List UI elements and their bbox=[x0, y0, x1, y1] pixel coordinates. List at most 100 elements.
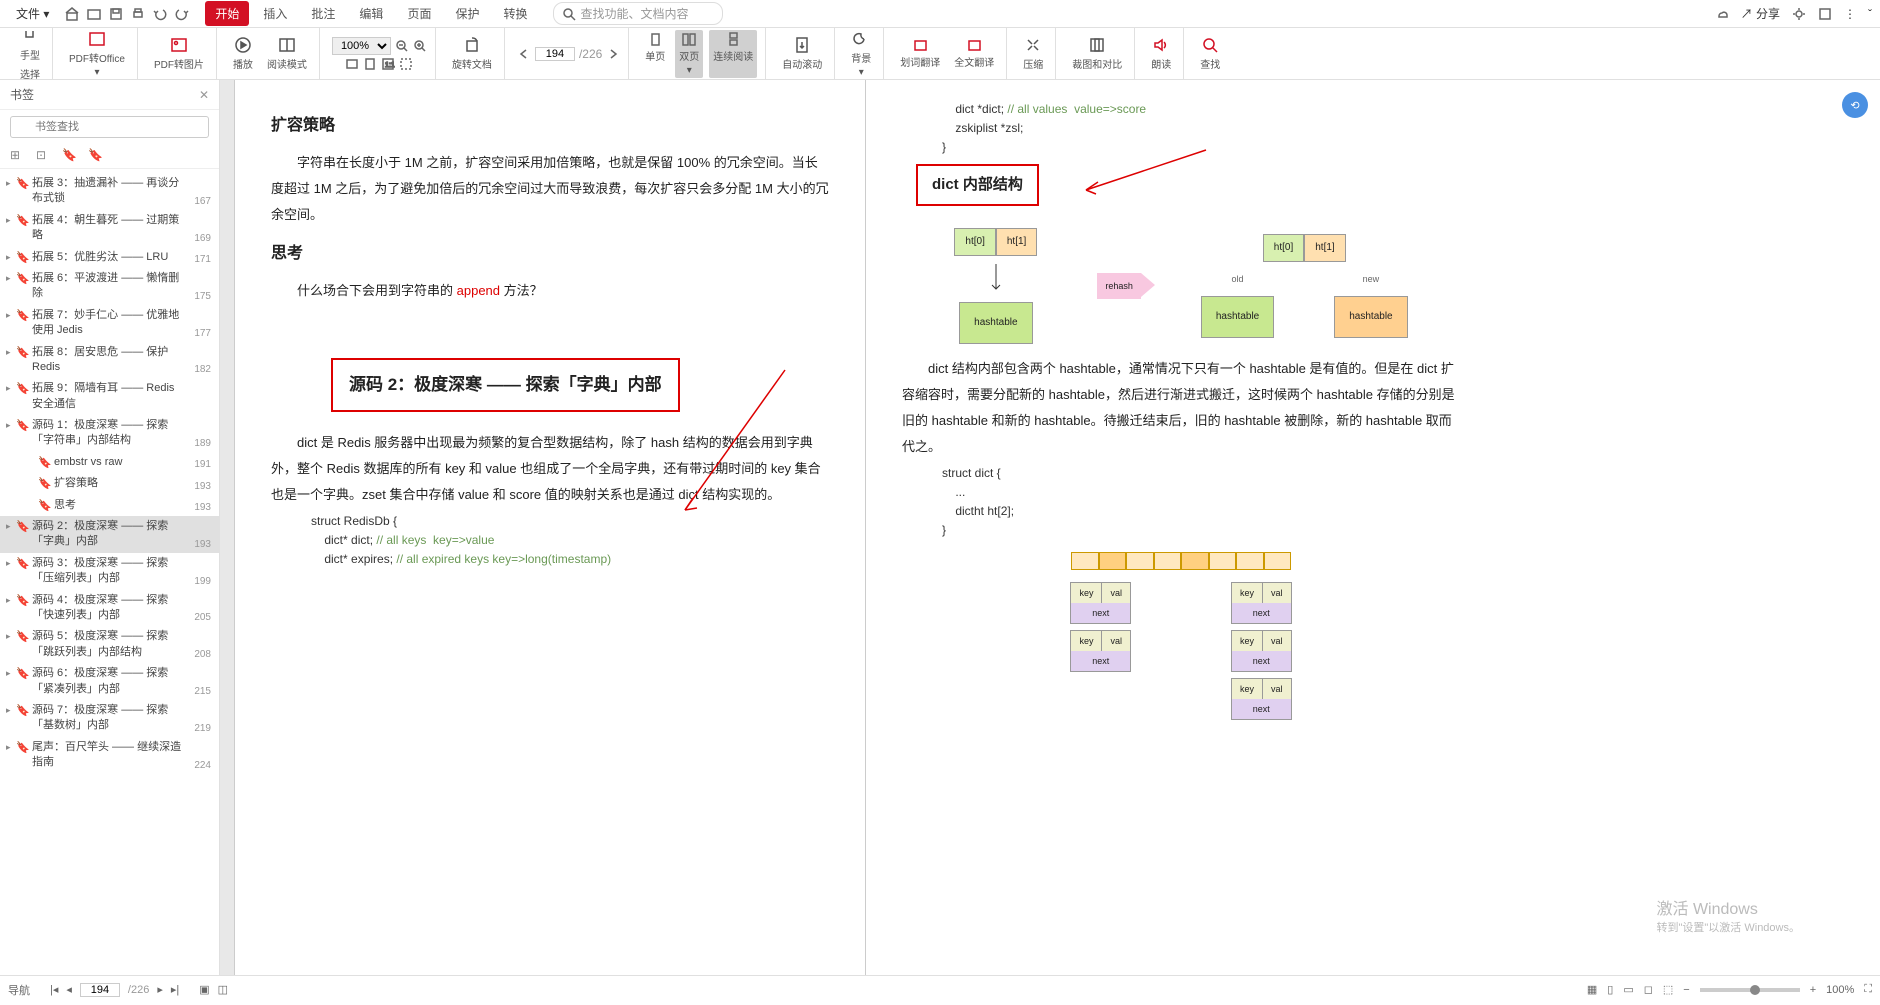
continuous-button[interactable]: 连续阅读 bbox=[709, 30, 757, 78]
bookmark-item[interactable]: 🔖扩容策略193 bbox=[0, 473, 219, 494]
bookmark-item[interactable]: ▸🔖源码 3：极度深寒 —— 探索「压缩列表」内部199 bbox=[0, 553, 219, 590]
tab-convert[interactable]: 转换 bbox=[493, 1, 537, 26]
zoom-slider[interactable] bbox=[1700, 988, 1800, 992]
print-icon[interactable] bbox=[131, 7, 145, 21]
sidebar-toggle-icon[interactable]: ▣ bbox=[199, 983, 209, 996]
zoom-out-status-icon[interactable]: − bbox=[1683, 984, 1689, 996]
bookmark-list[interactable]: ▸🔖拓展 3：抽遗漏补 —— 再谈分布式锁167▸🔖拓展 4：朝生暮死 —— 过… bbox=[0, 169, 219, 975]
home-icon[interactable] bbox=[65, 7, 79, 21]
collapse-icon[interactable]: ˇ bbox=[1868, 7, 1872, 21]
tab-annotate[interactable]: 批注 bbox=[301, 1, 345, 26]
bookmark-item[interactable]: ▸🔖拓展 7：妙手仁心 —— 优雅地使用 Jedis177 bbox=[0, 305, 219, 342]
bookmark-item[interactable]: 🔖embstr vs raw191 bbox=[0, 452, 219, 473]
sidebar-close-icon[interactable]: ✕ bbox=[199, 88, 209, 102]
bookmark-item[interactable]: ▸🔖源码 5：极度深寒 —— 探索「跳跃列表」内部结构208 bbox=[0, 626, 219, 663]
view-mode-1-icon[interactable]: ▦ bbox=[1587, 983, 1597, 996]
first-page-icon[interactable]: |◂ bbox=[50, 983, 58, 996]
fit-width-icon[interactable] bbox=[345, 57, 359, 71]
crop-compare-button[interactable]: 裁图和对比 bbox=[1068, 34, 1126, 73]
share-button[interactable]: ↗ 分享 bbox=[1741, 5, 1780, 22]
bookmark-item[interactable]: ▸🔖尾声：百尺竿头 —— 继续深造指南224 bbox=[0, 737, 219, 774]
open-icon[interactable] bbox=[87, 7, 101, 21]
bookmark-icon[interactable]: 🔖 bbox=[62, 148, 78, 164]
view-mode-3-icon[interactable]: ▭ bbox=[1623, 983, 1633, 996]
search-box[interactable]: 查找功能、文档内容 bbox=[553, 2, 723, 25]
read-mode-button[interactable]: 阅读模式 bbox=[263, 34, 311, 73]
bookmark-item[interactable]: ▸🔖源码 4：极度深寒 —— 探索「快速列表」内部205 bbox=[0, 590, 219, 627]
view-mode-2-icon[interactable]: ▯ bbox=[1607, 983, 1613, 996]
arrow-annotation bbox=[675, 360, 795, 520]
bookmark-item[interactable]: ▸🔖拓展 5：优胜劣汰 —— LRU171 bbox=[0, 247, 219, 268]
next-page-icon[interactable] bbox=[606, 47, 620, 61]
bookmark-item[interactable]: ▸🔖源码 6：极度深寒 —— 探索「紧凑列表」内部215 bbox=[0, 663, 219, 700]
bookmark-search-input[interactable] bbox=[10, 116, 209, 138]
fit-page-icon[interactable] bbox=[363, 57, 377, 71]
last-page-icon[interactable]: ▸| bbox=[171, 983, 179, 996]
bookmark-item[interactable]: ▸🔖源码 1：极度深寒 —— 探索「字符串」内部结构189 bbox=[0, 415, 219, 452]
page-right: dict *dict; // all values value=>score z… bbox=[866, 80, 1496, 975]
pdf-to-office-button[interactable]: PDF转Office ▾ bbox=[65, 28, 129, 80]
fit-icon[interactable]: ⬚ bbox=[1663, 983, 1673, 996]
play-button[interactable]: 播放 bbox=[229, 34, 257, 73]
pdf-to-image-button[interactable]: PDF转图片 bbox=[150, 34, 208, 73]
single-page-button[interactable]: 单页 bbox=[641, 30, 669, 78]
save-icon[interactable] bbox=[109, 7, 123, 21]
more-icon[interactable]: ⋮ bbox=[1844, 7, 1856, 21]
fullscreen-icon[interactable]: ⛶ bbox=[1864, 983, 1872, 996]
marquee-zoom-icon[interactable] bbox=[399, 57, 413, 71]
word-translate-button[interactable]: 划词翻译 bbox=[896, 36, 944, 71]
zoom-select[interactable]: 100% bbox=[332, 37, 391, 55]
redo-icon[interactable] bbox=[175, 7, 189, 21]
bookmark-item[interactable]: ▸🔖源码 2：极度深寒 —— 探索「字典」内部193 bbox=[0, 516, 219, 553]
sidebar-pos-icon[interactable]: ◫ bbox=[218, 983, 228, 996]
title-bar: 文件 ▾ 开始 插入 批注 编辑 页面 保护 转换 查找功能、文档内容 ↗ 分享… bbox=[0, 0, 1880, 28]
prev-page-icon[interactable]: ◂ bbox=[66, 983, 72, 996]
vertical-ruler bbox=[220, 80, 235, 975]
file-menu[interactable]: 文件 ▾ bbox=[8, 3, 57, 24]
bookmark-item[interactable]: ▸🔖拓展 8：居安思危 —— 保护 Redis182 bbox=[0, 342, 219, 379]
status-bar: 导航 |◂ ◂ /226 ▸ ▸| ▣ ◫ ▦ ▯ ▭ ◻ ⬚ − + 100%… bbox=[0, 975, 1880, 1003]
bookmark-alt-icon[interactable]: 🔖 bbox=[88, 148, 104, 164]
compress-button[interactable]: 压缩 bbox=[1019, 34, 1047, 73]
tab-page[interactable]: 页面 bbox=[397, 1, 441, 26]
page-input[interactable] bbox=[535, 47, 575, 61]
zoom-in-status-icon[interactable]: + bbox=[1810, 984, 1816, 996]
bookmark-item[interactable]: 🔖思考193 bbox=[0, 495, 219, 516]
main-area: 书签 ✕ ⊞ ⊡ 🔖 🔖 ▸🔖拓展 3：抽遗漏补 —— 再谈分布式锁167▸🔖拓… bbox=[0, 80, 1880, 975]
gear-icon[interactable] bbox=[1792, 7, 1806, 21]
add-bookmark-icon[interactable]: ⊞ bbox=[10, 148, 26, 164]
tab-insert[interactable]: 插入 bbox=[253, 1, 297, 26]
compress-icon bbox=[1024, 36, 1042, 54]
view-mode-4-icon[interactable]: ◻ bbox=[1644, 983, 1653, 996]
rotate-button[interactable]: 旋转文档 bbox=[448, 34, 496, 73]
bookmark-item[interactable]: ▸🔖拓展 3：抽遗漏补 —— 再谈分布式锁167 bbox=[0, 173, 219, 210]
next-page-icon[interactable]: ▸ bbox=[157, 983, 163, 996]
double-page-button[interactable]: 双页 ▾ bbox=[675, 30, 703, 78]
node-chain-diagram: keyvalnext keyvalnext keyvalnext keyvaln… bbox=[902, 582, 1460, 720]
auto-scroll-button[interactable]: 自动滚动 bbox=[778, 34, 826, 73]
tab-start[interactable]: 开始 bbox=[205, 1, 249, 26]
pdf-image-icon bbox=[170, 36, 188, 54]
hand-tool-button[interactable]: 手型 bbox=[16, 25, 44, 64]
undo-icon[interactable] bbox=[153, 7, 167, 21]
background-button[interactable]: 背景 ▾ bbox=[847, 28, 875, 80]
bookmark-item[interactable]: ▸🔖拓展 6：平波渡进 —— 懒惰删除175 bbox=[0, 268, 219, 305]
full-translate-button[interactable]: 全文翻译 bbox=[950, 36, 998, 71]
find-button[interactable]: 查找 bbox=[1196, 34, 1224, 73]
read-aloud-button[interactable]: 朗读 bbox=[1147, 34, 1175, 73]
bookmark-item[interactable]: ▸🔖源码 7：极度深寒 —— 探索「基数树」内部219 bbox=[0, 700, 219, 737]
document-viewport[interactable]: 扩容策略 字符串在长度小于 1M 之前，扩容空间采用加倍策略，也就是保留 100… bbox=[220, 80, 1880, 975]
add-sub-bookmark-icon[interactable]: ⊡ bbox=[36, 148, 52, 164]
zoom-out-icon[interactable] bbox=[395, 39, 409, 53]
tab-protect[interactable]: 保护 bbox=[445, 1, 489, 26]
floating-action-button[interactable]: ⟲ bbox=[1842, 92, 1868, 118]
bookmark-item[interactable]: ▸🔖拓展 9：隔墙有耳 —— Redis 安全通信 bbox=[0, 378, 219, 415]
bookmark-item[interactable]: ▸🔖拓展 4：朝生暮死 —— 过期策略169 bbox=[0, 210, 219, 247]
zoom-in-icon[interactable] bbox=[413, 39, 427, 53]
status-page-input[interactable] bbox=[80, 983, 120, 997]
actual-size-icon[interactable]: 1:1 bbox=[381, 57, 395, 71]
skin-icon[interactable] bbox=[1818, 7, 1832, 21]
prev-page-icon[interactable] bbox=[517, 47, 531, 61]
cloud-icon[interactable] bbox=[1715, 7, 1729, 21]
tab-edit[interactable]: 编辑 bbox=[349, 1, 393, 26]
